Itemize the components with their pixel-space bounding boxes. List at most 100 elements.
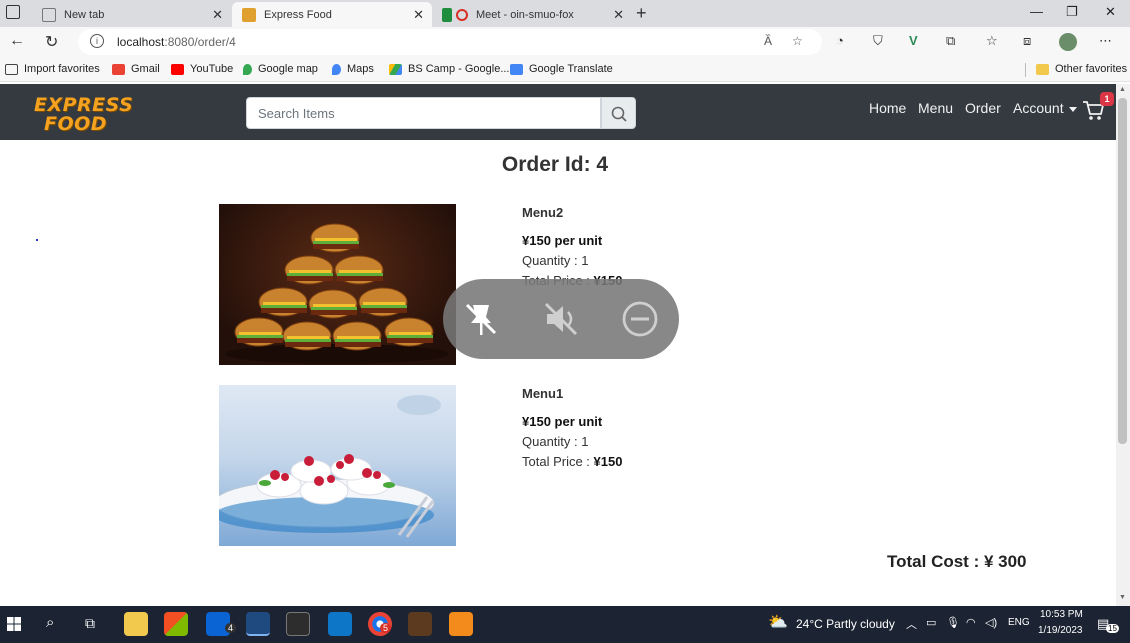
microsoft-store-icon[interactable] bbox=[164, 612, 188, 636]
window-close-icon[interactable]: ✕ bbox=[1105, 4, 1116, 20]
nav-account-label: Account bbox=[1013, 100, 1064, 116]
address-bar[interactable]: i localhost:8080/order/4 A᷈ ☆ bbox=[78, 29, 822, 55]
app-navbar: EXPRESS FOOD Home Menu Order Account bbox=[0, 84, 1116, 140]
windows-taskbar: ⌕ ⧉ 4 5 ⛅ 24°C Partly cloudy ︿ ▭ 🎙︎ ◠ ◁)… bbox=[0, 606, 1130, 643]
game-app-icon[interactable] bbox=[408, 612, 432, 636]
bookmark-import-favorites[interactable]: Import favorites bbox=[5, 63, 100, 75]
item-total-price: Total Price : ¥150 bbox=[522, 454, 622, 469]
back-icon[interactable]: ← bbox=[9, 32, 25, 50]
restore-icon[interactable]: ❐ bbox=[1066, 4, 1078, 20]
close-icon[interactable]: ✕ bbox=[212, 7, 223, 23]
tab-title: Express Food bbox=[264, 8, 332, 21]
page-scrollbar[interactable]: ▲ ▼ bbox=[1116, 84, 1130, 606]
bookmark-gmail[interactable]: Gmail bbox=[112, 63, 160, 75]
gmail-icon bbox=[112, 63, 125, 75]
task-view-icon[interactable]: ⧉ bbox=[85, 615, 95, 632]
weather-icon: ⛅ bbox=[768, 614, 788, 631]
maps-icon bbox=[332, 63, 341, 75]
minimize-icon[interactable]: — bbox=[1030, 4, 1043, 19]
vue-devtools-icon[interactable]: V bbox=[909, 33, 918, 48]
terminal-icon[interactable] bbox=[286, 612, 310, 636]
more-icon[interactable]: ⋯ bbox=[1099, 33, 1112, 49]
stray-dot bbox=[36, 239, 38, 241]
scrollbar-thumb[interactable] bbox=[1118, 98, 1127, 444]
url-text[interactable]: localhost:8080/order/4 bbox=[117, 35, 236, 49]
chevron-up-icon[interactable]: ︿ bbox=[906, 616, 917, 632]
vscode-icon[interactable] bbox=[328, 612, 352, 636]
search-input[interactable] bbox=[246, 97, 601, 129]
nav-order[interactable]: Order bbox=[965, 100, 1001, 116]
express-food-logo[interactable]: EXPRESS FOOD bbox=[30, 90, 133, 136]
tab-actions-icon[interactable] bbox=[6, 5, 20, 19]
minimize-overlay-icon[interactable] bbox=[620, 299, 660, 339]
battery-icon[interactable]: ▭ bbox=[926, 616, 936, 629]
sublime-text-icon[interactable] bbox=[449, 612, 473, 636]
bookmark-maps[interactable]: Maps bbox=[332, 63, 374, 75]
tab-express-food[interactable]: Express Food ✕ bbox=[232, 2, 432, 27]
close-icon[interactable]: ✕ bbox=[613, 7, 624, 23]
profile-avatar[interactable] bbox=[1059, 33, 1077, 51]
search-icon bbox=[611, 106, 627, 122]
windows-start-icon[interactable] bbox=[7, 617, 21, 631]
youtube-icon bbox=[171, 63, 184, 75]
drive-icon bbox=[389, 63, 402, 75]
tab-meet[interactable]: Meet - oin-smuo-fox ✕ bbox=[432, 2, 632, 27]
info-icon[interactable]: i bbox=[90, 34, 104, 48]
refresh-icon[interactable]: ↻ bbox=[45, 32, 58, 52]
bookmark-bs-camp[interactable]: BS Camp - Google... bbox=[389, 63, 510, 75]
favorites-icon[interactable]: ☆ bbox=[986, 33, 998, 49]
close-icon[interactable]: ✕ bbox=[413, 7, 424, 23]
mail-badge: 4 bbox=[225, 623, 237, 633]
item-total-value: ¥150 bbox=[593, 454, 623, 469]
extensions-icon[interactable]: ⧉ bbox=[946, 33, 955, 49]
microphone-icon[interactable]: 🎙︎ bbox=[946, 616, 960, 629]
unpin-icon[interactable] bbox=[461, 299, 501, 339]
address-row: ← ↻ i localhost:8080/order/4 A᷈ ☆ bbox=[0, 27, 1130, 58]
meringue-dessert-illustration bbox=[219, 395, 441, 538]
recording-icon bbox=[456, 8, 468, 21]
cart-count-badge: 1 bbox=[1100, 92, 1114, 106]
weather-text[interactable]: 24°C Partly cloudy bbox=[796, 617, 895, 631]
language-indicator[interactable]: ENG bbox=[1008, 617, 1030, 628]
shield-icon[interactable]: ⛉ bbox=[873, 33, 883, 49]
read-aloud-icon[interactable]: A᷈ bbox=[764, 34, 772, 48]
meet-icon bbox=[442, 7, 452, 22]
google-map-icon bbox=[243, 63, 252, 75]
bookmark-google-translate[interactable]: Google Translate bbox=[510, 63, 613, 75]
scroll-down-icon[interactable]: ▼ bbox=[1119, 594, 1126, 601]
browser-tab-strip: New tab ✕ Express Food ✕ Meet - oin-smuo… bbox=[0, 0, 1130, 27]
volume-icon[interactable]: ◁) bbox=[985, 616, 997, 629]
search-button[interactable] bbox=[601, 97, 636, 129]
nav-home[interactable]: Home bbox=[869, 100, 906, 116]
new-tab-button[interactable]: + bbox=[636, 3, 647, 24]
nav-account[interactable]: Account bbox=[1013, 100, 1077, 116]
folder-icon bbox=[1036, 63, 1049, 75]
wifi-icon[interactable]: ◠ bbox=[966, 616, 976, 629]
file-explorer-icon[interactable] bbox=[124, 612, 148, 636]
bookmark-google-map[interactable]: Google map bbox=[243, 63, 318, 75]
tab-new-tab[interactable]: New tab ✕ bbox=[32, 2, 231, 27]
tab-title: New tab bbox=[64, 8, 105, 21]
dessert-image bbox=[219, 385, 456, 546]
item-unit-price: ¥150 per unit bbox=[522, 414, 603, 429]
item-quantity: Quantity : 1 bbox=[522, 434, 589, 449]
clock-date[interactable]: 1/19/2023 bbox=[1038, 625, 1083, 636]
bookmark-youtube[interactable]: YouTube bbox=[171, 63, 233, 75]
page-title: Order Id: 4 bbox=[501, 153, 609, 176]
collections-icon[interactable]: ⧈ bbox=[1023, 33, 1031, 49]
clock-time[interactable]: 10:53 PM bbox=[1040, 609, 1083, 620]
scroll-up-icon[interactable]: ▲ bbox=[1119, 86, 1126, 93]
extension-icon[interactable]: ◔ bbox=[836, 33, 844, 48]
notifications-badge: 15 bbox=[1106, 624, 1119, 633]
bookmark-other-favorites[interactable]: Other favorites bbox=[1036, 63, 1127, 75]
search-icon[interactable]: ⌕ bbox=[46, 614, 54, 631]
burger-image bbox=[219, 204, 456, 365]
mute-icon[interactable] bbox=[541, 299, 581, 339]
media-control-overlay bbox=[443, 279, 679, 359]
item-quantity: Quantity : 1 bbox=[522, 253, 589, 268]
search-group bbox=[246, 97, 636, 129]
favorite-add-icon[interactable]: ☆ bbox=[792, 34, 803, 48]
translate-icon bbox=[510, 63, 523, 75]
edge-icon[interactable] bbox=[246, 612, 270, 636]
nav-menu[interactable]: Menu bbox=[918, 100, 953, 116]
